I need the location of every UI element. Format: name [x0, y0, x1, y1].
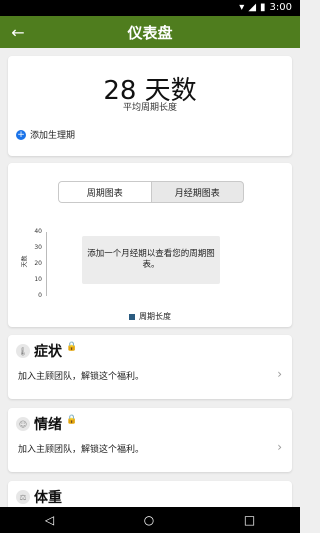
- battery-icon: ▮: [260, 2, 266, 13]
- mood-icon: ☺: [16, 417, 30, 431]
- chart-plot: 天数 添加一个月经期以查看您的周期图表。 40 30 20 10 0: [8, 225, 292, 313]
- legend-label: 周期长度: [139, 312, 171, 321]
- feature-description: 加入主顾团队，解锁这个福利。: [18, 445, 145, 455]
- y-tick-label: 40: [34, 228, 42, 235]
- plus-circle-icon: +: [16, 129, 26, 140]
- chart-empty-message: 添加一个月经期以查看您的周期图表。: [82, 236, 220, 284]
- y-tick-label: 10: [34, 276, 42, 283]
- status-time: 3:00: [269, 2, 292, 13]
- legend-swatch: [129, 313, 135, 320]
- cycle-summary-card: 28 天数 平均周期长度 + 添加生理期: [8, 56, 292, 156]
- y-tick-label: 30: [34, 244, 42, 251]
- scale-icon: ⚖: [16, 490, 30, 504]
- y-tick-label: 20: [34, 260, 42, 267]
- app-bar: ← 仪表盘: [0, 16, 300, 48]
- chart-legend: 周期长度: [8, 311, 292, 322]
- status-bar: ▾ ◢ ▮ 3:00: [0, 0, 300, 16]
- feature-title: 症状: [34, 344, 62, 360]
- symptoms-card[interactable]: 🌡 症状 🔒 加入主顾团队，解锁这个福利。 ›: [8, 335, 292, 399]
- lock-icon: 🔒: [66, 415, 78, 425]
- thermometer-icon: 🌡: [16, 344, 30, 358]
- back-icon[interactable]: ◁: [45, 513, 54, 527]
- mood-card[interactable]: ☺ 情绪 🔒 加入主顾团队，解锁这个福利。 ›: [8, 408, 292, 472]
- add-period-button[interactable]: + 添加生理期: [16, 128, 75, 141]
- average-cycle-caption: 平均周期长度: [122, 103, 177, 113]
- feature-title: 情绪: [34, 417, 62, 433]
- add-period-label: 添加生理期: [30, 131, 76, 141]
- feature-description: 加入主顾团队，解锁这个福利。: [18, 372, 145, 382]
- status-icons: ▾ ◢ ▮ 3:00: [239, 2, 292, 14]
- tab-period-chart[interactable]: 月经期图表: [152, 182, 244, 202]
- lock-icon: 🔒: [66, 342, 78, 352]
- feature-header: ⚖ 体重: [16, 487, 62, 507]
- feature-title: 体重: [34, 490, 62, 506]
- chart-card: 周期图表 月经期图表 天数 添加一个月经期以查看您的周期图表。 40 30 20 10…: [8, 163, 292, 327]
- chart-tabs: 周期图表 月经期图表: [58, 181, 244, 203]
- tab-cycle-chart[interactable]: 周期图表: [59, 182, 152, 202]
- page-title: 仪表盘: [127, 24, 173, 42]
- recents-icon[interactable]: □: [244, 513, 255, 527]
- signal-icon: ◢: [248, 2, 257, 13]
- feature-header: ☺ 情绪 🔒: [16, 414, 77, 434]
- y-tick-label: 0: [38, 292, 42, 299]
- wifi-icon: ▾: [239, 2, 245, 13]
- home-icon[interactable]: ○: [144, 513, 154, 527]
- feature-header: 🌡 症状 🔒: [16, 341, 77, 361]
- chevron-right-icon[interactable]: ›: [277, 367, 282, 381]
- chevron-right-icon[interactable]: ›: [277, 440, 282, 454]
- system-nav-bar: ◁ ○ □: [0, 507, 300, 533]
